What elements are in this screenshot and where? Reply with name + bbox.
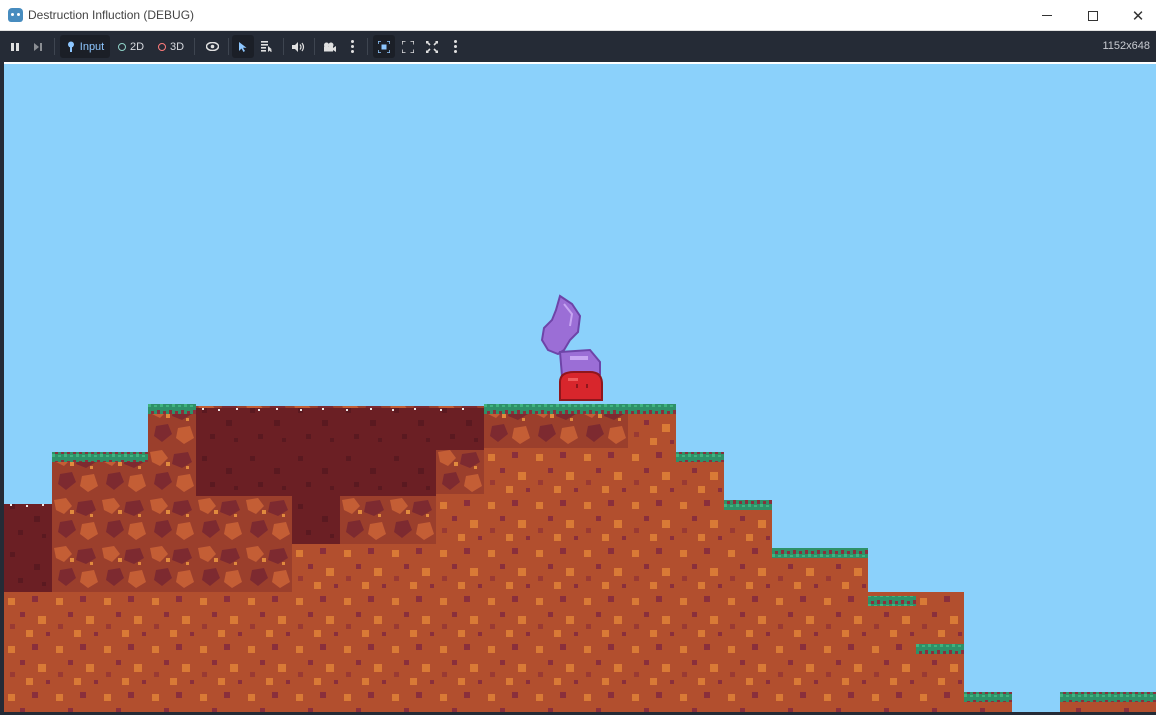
next-frame-icon: [34, 42, 42, 51]
red-slime: [559, 371, 603, 401]
toolbar-divider: [314, 38, 315, 55]
maximize-button[interactable]: [1070, 0, 1116, 31]
toolbar-divider: [367, 38, 368, 55]
pause-button[interactable]: [5, 35, 25, 58]
debug-toolbar: Input 2D 3D 1152x648: [0, 31, 1156, 62]
focus-frame-icon: [378, 40, 390, 53]
mode-2d-button[interactable]: 2D: [114, 35, 148, 58]
player-creature: [540, 294, 601, 378]
resolution-label: 1152x648: [1102, 40, 1150, 52]
terrain: [4, 406, 1156, 712]
2d-node-icon: [117, 42, 126, 51]
select-tool-button[interactable]: [232, 35, 254, 58]
godot-icon: [8, 8, 23, 22]
more-vertical-icon: [453, 40, 457, 53]
camera-icon: [323, 42, 336, 52]
toolbar-divider: [194, 38, 195, 55]
input-mode-button[interactable]: Input: [60, 35, 110, 58]
more-vertical-icon: [350, 40, 354, 53]
maximize-icon: [1088, 10, 1098, 21]
minimize-icon: [1042, 15, 1052, 16]
mode-3d-label: 3D: [169, 40, 185, 53]
speaker-icon: [291, 41, 304, 52]
fit-frame-icon: [402, 40, 414, 53]
window-titlebar: Destruction Influction (DEBUG) ✕: [0, 0, 1156, 31]
window-title: Destruction Influction (DEBUG): [28, 8, 195, 22]
expand-button[interactable]: [421, 35, 443, 58]
game-viewport[interactable]: [4, 64, 1156, 712]
window-options-button[interactable]: [446, 35, 464, 58]
audio-button[interactable]: [287, 35, 309, 58]
mode-2d-label: 2D: [129, 40, 145, 53]
list-select-button[interactable]: [256, 35, 278, 58]
game-scene: [4, 294, 1156, 712]
next-frame-button[interactable]: [28, 35, 48, 58]
camera-options-button[interactable]: [343, 35, 361, 58]
3d-node-icon: [157, 42, 166, 51]
eye-icon: [205, 42, 219, 51]
embedded-window-button[interactable]: [373, 35, 395, 58]
toolbar-divider: [54, 38, 55, 55]
keep-aspect-button[interactable]: [397, 35, 419, 58]
input-mode-label: Input: [79, 40, 105, 53]
cursor-arrow-icon: [239, 41, 247, 52]
expand-icon: [426, 40, 438, 53]
toolbar-divider: [228, 38, 229, 55]
mode-3d-button[interactable]: 3D: [154, 35, 188, 58]
visibility-button[interactable]: [201, 35, 223, 58]
pause-icon: [11, 42, 19, 51]
minimize-button[interactable]: [1024, 0, 1070, 31]
joystick-icon: [67, 41, 74, 52]
camera-override-button[interactable]: [318, 35, 340, 58]
list-cursor-icon: [261, 41, 272, 52]
toolbar-divider: [283, 38, 284, 55]
close-button[interactable]: ✕: [1115, 0, 1156, 31]
close-icon: ✕: [1131, 7, 1145, 25]
